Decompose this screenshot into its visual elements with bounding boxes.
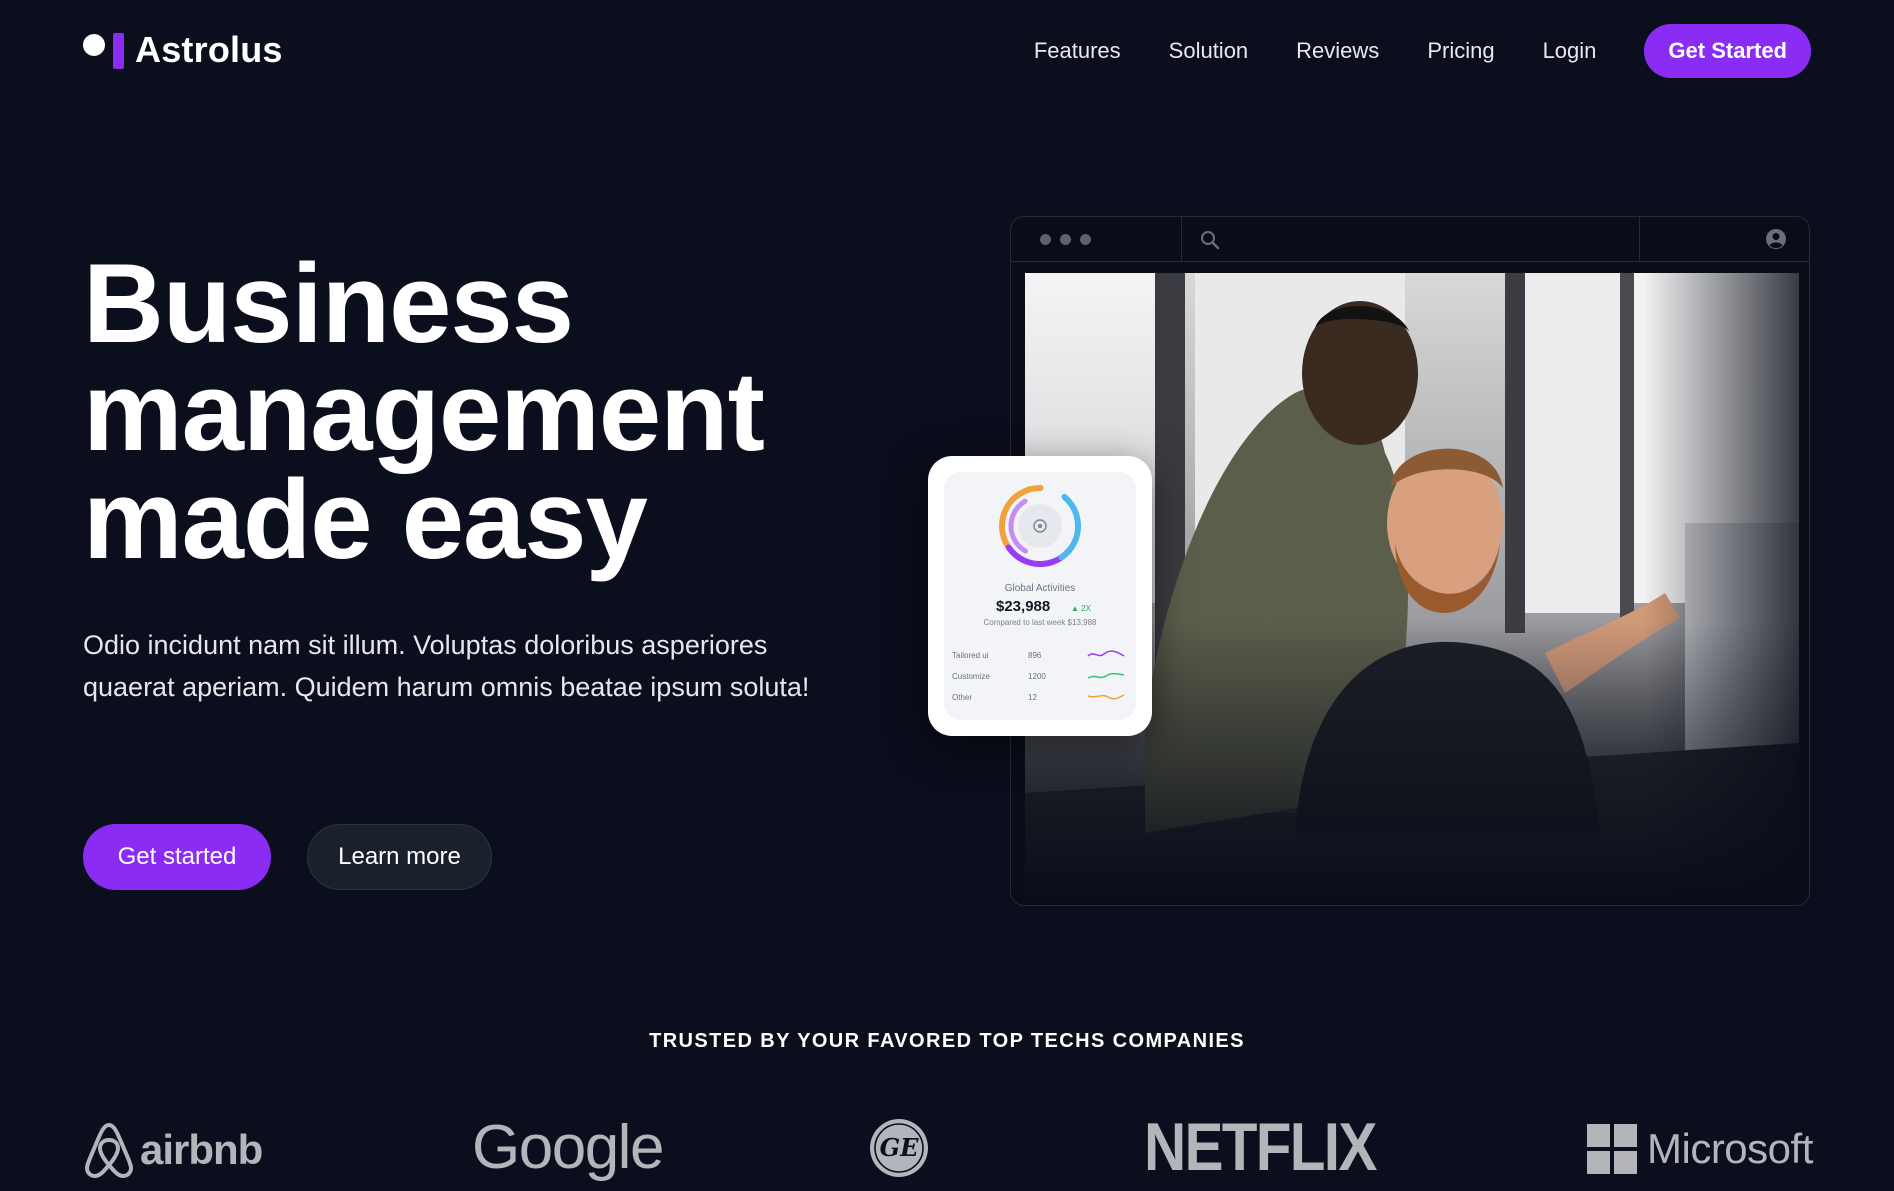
stat-card-body: Global Activities $23,988 ▲ 2X Compared …: [944, 472, 1136, 720]
top-navbar: Astrolus Features Solution Reviews Prici…: [0, 0, 1894, 100]
google-wordmark: Google: [472, 1112, 664, 1182]
nav-link-pricing[interactable]: Pricing: [1427, 38, 1494, 64]
global-activities-card: Global Activities $23,988 ▲ 2X Compared …: [928, 456, 1152, 736]
stat-row-label: Other: [952, 693, 973, 702]
stat-value: $23,988: [996, 598, 1051, 615]
airbnb-icon: [85, 1123, 133, 1178]
stat-row-label: Tailored ui: [952, 651, 989, 660]
microsoft-wordmark: Microsoft: [1647, 1125, 1813, 1172]
hero-title-line-1: Business: [83, 241, 574, 366]
stat-change-badge: ▲ 2X: [1071, 604, 1091, 613]
get-started-nav-button[interactable]: Get Started: [1644, 24, 1811, 78]
nav-link-login[interactable]: Login: [1543, 38, 1597, 64]
get-started-button[interactable]: Get started: [83, 824, 271, 890]
stat-row-value: 12: [1028, 693, 1037, 702]
nav-link-features[interactable]: Features: [1034, 38, 1121, 64]
sparkline-orange: [1087, 694, 1125, 700]
brand-logo[interactable]: Astrolus: [83, 29, 283, 70]
stat-row-other: Other 12: [952, 689, 1128, 707]
sparkline-green: [1087, 672, 1125, 679]
learn-more-button[interactable]: Learn more: [307, 824, 492, 890]
stat-label: Global Activities: [1004, 583, 1076, 594]
stat-row-customize: Customize 1200: [952, 668, 1128, 686]
hero-description: Odio incidunt nam sit illum. Voluptas do…: [83, 630, 810, 702]
google-logo: Google: [472, 1112, 664, 1182]
brand-name: Astrolus: [135, 29, 283, 70]
stat-row-tailored: Tailored ui 896: [952, 647, 1128, 665]
nav-links: Features Solution Reviews Pricing Login …: [1034, 24, 1811, 78]
ge-logo: GE: [868, 1117, 930, 1179]
microsoft-squares-icon: [1587, 1124, 1637, 1174]
search-icon[interactable]: [1199, 229, 1221, 251]
airbnb-wordmark: airbnb: [140, 1126, 263, 1173]
microsoft-logo: Microsoft: [1587, 1122, 1813, 1176]
ge-monogram-icon: GE: [870, 1119, 928, 1177]
company-logos: airbnb Google GE NETFLIX Microsoft: [0, 1109, 1894, 1190]
activity-ring-chart: [999, 485, 1081, 567]
trusted-heading: TRUSTED BY YOUR FAVORED TOP TECHS COMPAN…: [649, 1030, 1245, 1052]
stat-compare-text: Compared to last week $13,988: [983, 618, 1097, 627]
stat-row-value: 896: [1028, 651, 1042, 660]
nav-link-reviews[interactable]: Reviews: [1296, 38, 1379, 64]
user-circle-icon[interactable]: [1765, 228, 1787, 250]
sparkline-purple: [1087, 650, 1125, 657]
stat-row-label: Customize: [952, 672, 990, 681]
hero-title: Business management made easy: [83, 241, 765, 582]
hero-title-line-3: made easy: [83, 457, 648, 582]
nav-link-solution[interactable]: Solution: [1169, 38, 1249, 64]
logo-mark-icon: [83, 30, 125, 70]
stat-row-value: 1200: [1028, 672, 1046, 681]
netflix-logo: NETFLIX: [1144, 1109, 1413, 1185]
window-dots: [1040, 234, 1100, 245]
ge-monogram-text: GE: [880, 1133, 919, 1162]
netflix-wordmark: NETFLIX: [1144, 1109, 1377, 1185]
airbnb-logo: airbnb: [84, 1120, 263, 1180]
hero-title-line-2: management: [83, 349, 765, 474]
browser-toolbar: [1011, 217, 1809, 262]
